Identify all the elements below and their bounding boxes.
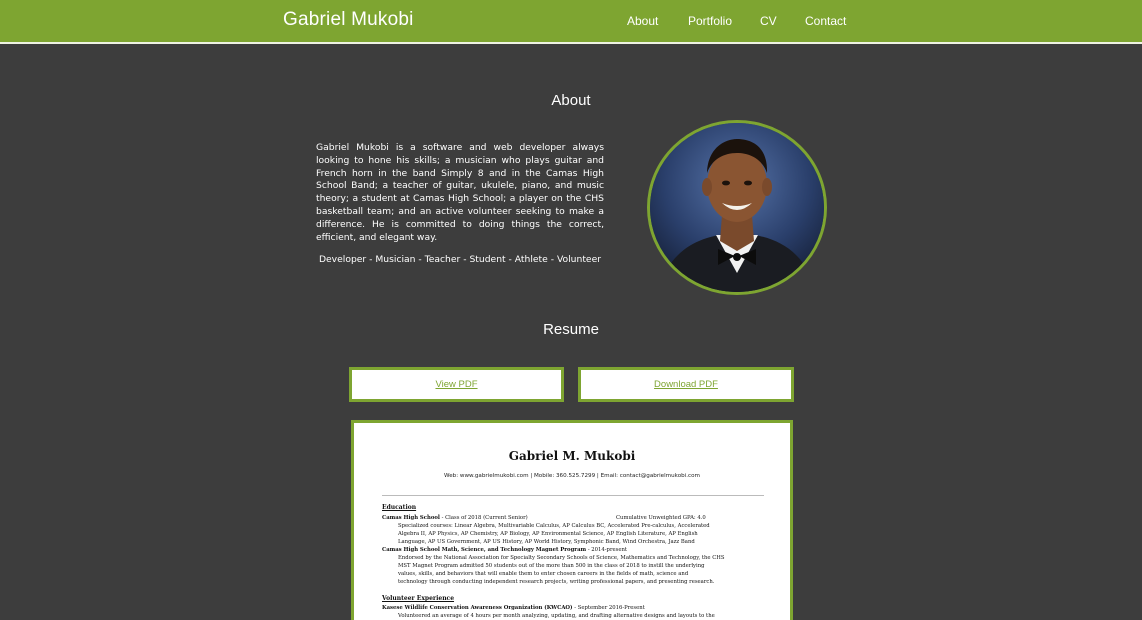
resume-magnet-line: Camas High School Math, Science, and Tec… — [382, 547, 627, 554]
resume-magnet-3: values, skills, and behaviors that will … — [398, 571, 689, 577]
profile-portrait-illustration — [650, 123, 824, 292]
resume-org-line: Kasese Wildlife Conservation Awareness O… — [382, 605, 645, 612]
resume-name: Gabriel M. Mukobi — [508, 449, 636, 463]
resume-divider — [382, 495, 764, 496]
resume-courses-3: Language, AP US Government, AP US Histor… — [398, 539, 695, 545]
resume-org-dates: - September 2016-Present — [574, 605, 645, 611]
resume-contact: Web: www.gabrielmukobi.com | Mobile: 360… — [444, 473, 700, 479]
resume-school-line: Camas High School - Class of 2018 (Curre… — [382, 515, 528, 522]
resume-magnet-4: technology through conducting independen… — [398, 579, 715, 585]
resume-school: Camas High School — [382, 515, 440, 521]
download-pdf-button[interactable]: Download PDF — [578, 367, 794, 402]
resume-magnet-2: MST Magnet Program admitted 50 students … — [398, 563, 705, 569]
resume-gpa: Cumulative Unweighted GPA: 4.0 — [616, 515, 706, 521]
nav-cv[interactable]: CV — [760, 14, 777, 28]
site-header: Gabriel Mukobi About Portfolio CV Contac… — [0, 0, 1142, 44]
resume-magnet: Camas High School Math, Science, and Tec… — [382, 547, 587, 553]
view-pdf-label[interactable]: View PDF — [435, 379, 477, 390]
resume-courses-1: Specialized courses: Linear Algebra, Mul… — [398, 523, 710, 529]
main-nav: About Portfolio CV Contact — [0, 14, 1142, 30]
about-description: Gabriel Mukobi is a software and web dev… — [316, 142, 604, 243]
resume-org: Kasese Wildlife Conservation Awareness O… — [382, 605, 573, 611]
nav-about[interactable]: About — [627, 14, 658, 28]
resume-heading: Resume — [543, 321, 599, 338]
resume-preview[interactable]: Gabriel M. Mukobi Web: www.gabrielmukobi… — [351, 420, 793, 620]
roles-tagline: Developer - Musician - Teacher - Student… — [318, 254, 602, 265]
resume-courses-2: Algebra II, AP Physics, AP Chemistry, AP… — [398, 531, 698, 537]
download-pdf-label[interactable]: Download PDF — [654, 379, 718, 390]
resume-school-class: - Class of 2018 (Current Senior) — [441, 515, 528, 521]
nav-contact[interactable]: Contact — [805, 14, 846, 28]
resume-magnet-1: Endorsed by the National Association for… — [398, 555, 725, 561]
resume-education-heading: Education — [382, 504, 417, 511]
nav-portfolio[interactable]: Portfolio — [688, 14, 732, 28]
about-heading: About — [551, 92, 591, 109]
view-pdf-button[interactable]: View PDF — [349, 367, 564, 402]
resume-org-1: Volunteered an average of 4 hours per mo… — [398, 613, 715, 619]
profile-photo — [647, 120, 827, 295]
resume-magnet-dates: - 2014-present — [587, 547, 628, 553]
resume-volunteer-heading: Volunteer Experience — [382, 595, 455, 602]
